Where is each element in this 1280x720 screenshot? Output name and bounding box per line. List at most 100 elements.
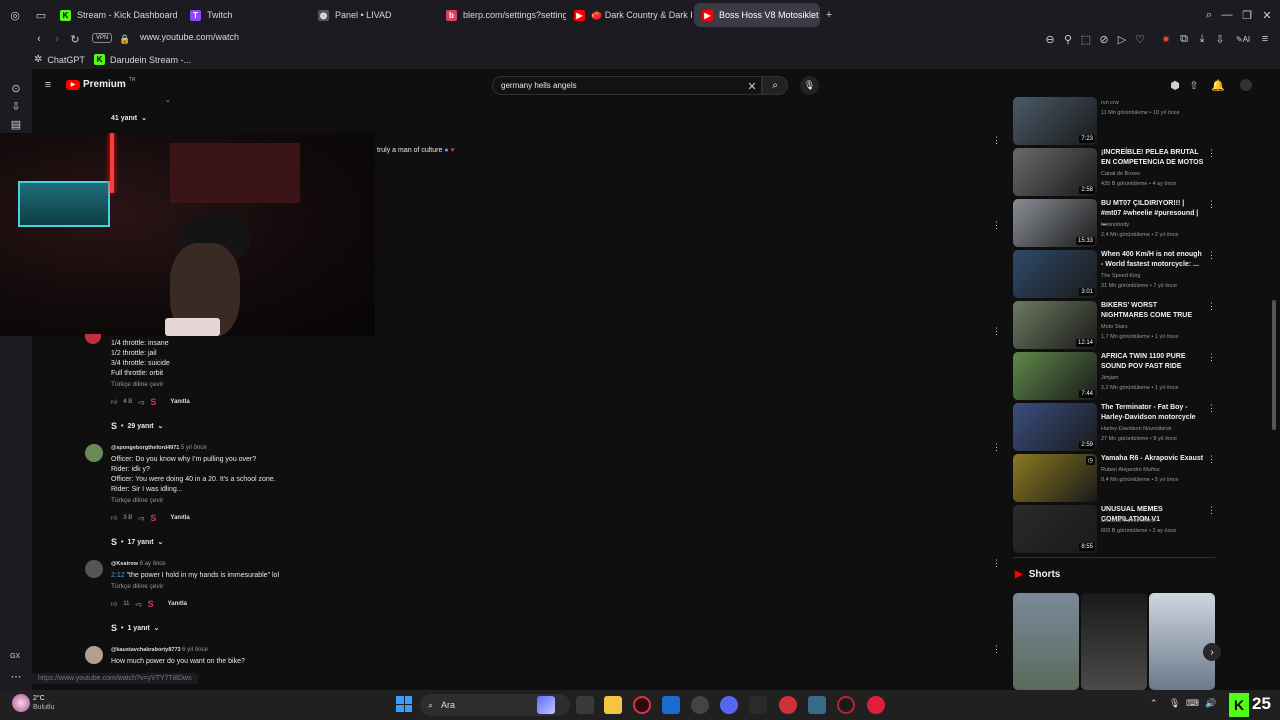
video-more-icon[interactable]: ⋮ (1207, 506, 1216, 515)
avatar[interactable] (85, 444, 103, 462)
back-icon[interactable]: ‹ (32, 32, 46, 46)
video-more-icon[interactable]: ⋮ (1207, 404, 1216, 413)
file-explorer-icon[interactable] (604, 696, 622, 714)
video-thumbnail[interactable]: 8:55 (1013, 505, 1097, 553)
heart-icon[interactable]: ♡ (1133, 32, 1147, 46)
recommendation-item[interactable]: ◷ Yamaha R6 - Akrapovic Exaust Ruben Aleja… (1013, 454, 1216, 502)
replies-toggle-17[interactable]: S • 17 yanıt ⌄ (111, 537, 163, 547)
workspaces-icon[interactable]: ▭ (34, 8, 48, 22)
avatar[interactable] (85, 560, 103, 578)
dislike-icon[interactable]: 👎︎ (136, 600, 142, 608)
video-thumbnail[interactable]: 2:59 (1013, 403, 1097, 451)
channel-name[interactable]: heisnobody (1101, 220, 1211, 230)
zoom-icon[interactable]: ⊖ (1043, 32, 1057, 46)
video-thumbnail[interactable]: 12:14 (1013, 301, 1097, 349)
dislike-icon[interactable]: 👎︎ (138, 514, 144, 522)
tab-blerp-settings[interactable]: b blerp.com/settings?setting (438, 3, 566, 27)
page-scrollbar[interactable] (1272, 300, 1276, 430)
recommendation-item[interactable]: 2:58 ¡INCREÍBLE! PELEA BRUTAL EN COMPETEN… (1013, 148, 1216, 196)
translate-link[interactable]: Türkçe diline çevir (111, 497, 163, 504)
watch-later-icon[interactable]: ◷ (1085, 456, 1095, 465)
bookmark-darudein[interactable]: K Darudein Stream -... (94, 54, 191, 65)
upload-icon[interactable]: ⇧ (1187, 78, 1201, 92)
windows-start-icon[interactable] (396, 696, 412, 712)
video-title[interactable]: The Terminator - Fat Boy - Harley-Davids… (1101, 403, 1205, 423)
app-blue-icon[interactable] (808, 696, 826, 714)
bookmark-chatgpt[interactable]: ✲ ChatGPT (34, 54, 85, 65)
tab-twitch[interactable]: T Twitch (182, 3, 302, 27)
translate-link[interactable]: Türkçe diline çevir (111, 583, 163, 590)
video-thumbnail[interactable]: 3:01 (1013, 250, 1097, 298)
extensions-icon[interactable]: ⧉ (1177, 32, 1191, 46)
volume-icon[interactable]: 🔊 (1205, 698, 1216, 709)
pin-icon[interactable]: ⚲ (1061, 32, 1075, 46)
chevron-icon[interactable]: ⌄ (165, 96, 171, 104)
recommendation-item[interactable]: 12:14 BIKERS' WORST NIGHTMARES COME TRUE M… (1013, 301, 1216, 349)
new-tab-icon[interactable]: + (822, 8, 836, 22)
download-panel-icon[interactable]: ⇩ (9, 99, 23, 113)
video-more-icon[interactable]: ⋮ (1207, 302, 1216, 311)
close-window-icon[interactable]: ✕ (1260, 8, 1274, 22)
voice-search-button[interactable]: 🎙 (800, 76, 819, 95)
recommendation-item[interactable]: 8:55 UNUSUAL MEMES COMPILATION V1 Unusual … (1013, 505, 1216, 553)
weather-widget[interactable]: 2°C Bulutlu (33, 694, 54, 712)
replies-toggle-41[interactable]: 41 yanıt ⌄ (111, 114, 147, 123)
video-more-icon[interactable]: ⋮ (1207, 149, 1216, 158)
more-icon[interactable]: ⋯ (9, 669, 23, 683)
youtube-logo[interactable]: ▶ Premium TR (66, 77, 135, 90)
search-tabs-icon[interactable]: ⌕ (1202, 8, 1216, 22)
channel-name[interactable]: Canal de Boxeo (1101, 169, 1211, 179)
navigator-icon[interactable]: ⊙ (9, 81, 23, 95)
like-icon[interactable]: 👍︎ (111, 398, 117, 406)
recommendation-item[interactable]: 7:23 rvn crw 11 Mn görüntüleme • 10 yıl ön… (1013, 97, 1213, 145)
account-avatar[interactable] (1240, 79, 1252, 91)
forward-icon[interactable]: › (50, 32, 64, 46)
channel-name[interactable]: The Speed King (1101, 271, 1211, 281)
replies-toggle-29[interactable]: S • 29 yanıt ⌄ (111, 421, 163, 431)
reply-button[interactable]: Yanıtla (168, 601, 187, 607)
channel-name[interactable]: Moto Stars (1101, 322, 1211, 332)
comment-author[interactable]: @spongeborgtheford4971 (111, 445, 179, 451)
channel-name[interactable]: Ruben Alejandro Muñoz (1101, 465, 1211, 475)
channel-name[interactable]: Unusual Videos Meme (1101, 516, 1211, 526)
adblock-icon[interactable]: ⊘ (1097, 32, 1111, 46)
video-thumbnail[interactable]: 2:58 (1013, 148, 1097, 196)
comment-author[interactable]: @Keatrow (111, 561, 138, 567)
short-thumbnail[interactable] (1081, 593, 1147, 690)
video-title[interactable]: Yamaha R6 - Akrapovic Exaust (1101, 454, 1205, 464)
create-icon[interactable]: ⬢ (1168, 78, 1182, 92)
video-thumbnail[interactable]: 7:23 (1013, 97, 1097, 145)
replies-toggle-1[interactable]: S • 1 yanıt ⌄ (111, 623, 160, 633)
video-more-icon[interactable]: ⋮ (1207, 455, 1216, 464)
tab-dark-country[interactable]: ▶ 🍅 Dark Country & Dark F (566, 3, 692, 27)
network-icon[interactable]: ⌨ (1186, 698, 1199, 709)
images-icon[interactable]: ▤ (9, 117, 23, 131)
app-icon[interactable] (749, 696, 767, 714)
gx-icon[interactable]: GX (8, 649, 22, 663)
video-more-icon[interactable]: ⋮ (1207, 353, 1216, 362)
reply-button[interactable]: Yanıtla (170, 399, 189, 405)
opera-icon[interactable] (837, 696, 855, 714)
recommendation-item[interactable]: 15:33 BU MT07 ÇILDIRIYOR!!! | #mt07 #whee… (1013, 199, 1216, 247)
weather-icon[interactable] (12, 694, 30, 712)
comment-author[interactable]: @kaustavchakraborty8773 (111, 647, 181, 653)
opera-gx-icon[interactable] (633, 696, 651, 714)
avatar[interactable] (85, 334, 101, 344)
channel-name[interactable]: rvn crw (1101, 98, 1211, 108)
video-title[interactable]: AFRICA TWIN 1100 PURE SOUND POV FAST RID… (1101, 352, 1205, 372)
recommendation-item[interactable]: 3:01 When 400 Km/H is not enough - World … (1013, 250, 1216, 298)
search-button[interactable]: ⌕ (762, 76, 788, 95)
channel-name[interactable]: Harley-Davidson Novosibirsk (1101, 424, 1211, 434)
outlook-icon[interactable] (662, 696, 680, 714)
comment-more-icon[interactable]: ⋮ (992, 645, 1001, 654)
browser-menu-icon[interactable]: ◎ (8, 8, 22, 22)
vpn-badge[interactable]: VPN (92, 33, 113, 43)
comment-more-icon[interactable]: ⋮ (992, 559, 1001, 568)
clear-search-icon[interactable]: ✕ (745, 79, 759, 93)
snapshot-icon[interactable]: ⬚ (1079, 32, 1093, 46)
video-more-icon[interactable]: ⋮ (1207, 251, 1216, 260)
task-view-icon[interactable] (576, 696, 594, 714)
play-icon[interactable]: ▷ (1115, 32, 1129, 46)
video-title[interactable]: BIKERS' WORST NIGHTMARES COME TRUE (1101, 301, 1205, 321)
taskbar-app-icon[interactable] (537, 696, 555, 714)
